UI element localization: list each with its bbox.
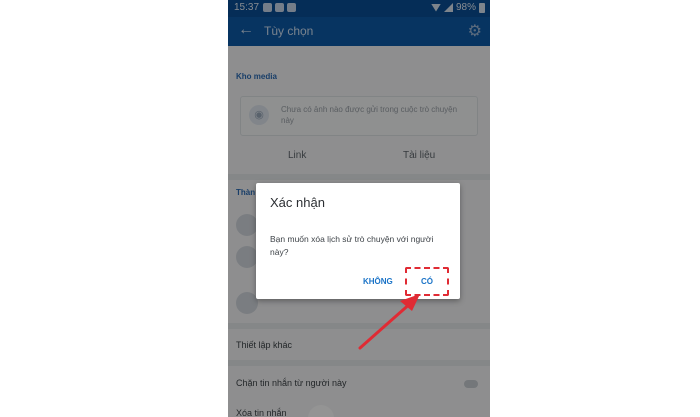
- confirm-dialog: Xác nhận Bạn muốn xóa lịch sử trò chuyện…: [256, 183, 460, 299]
- no-button[interactable]: KHÔNG: [363, 277, 393, 286]
- dialog-message: Bạn muốn xóa lịch sử trò chuyện với ngườ…: [270, 234, 434, 257]
- dialog-title: Xác nhận: [270, 195, 325, 210]
- yes-button[interactable]: CÓ: [405, 267, 449, 296]
- yes-button-label: CÓ: [421, 277, 433, 286]
